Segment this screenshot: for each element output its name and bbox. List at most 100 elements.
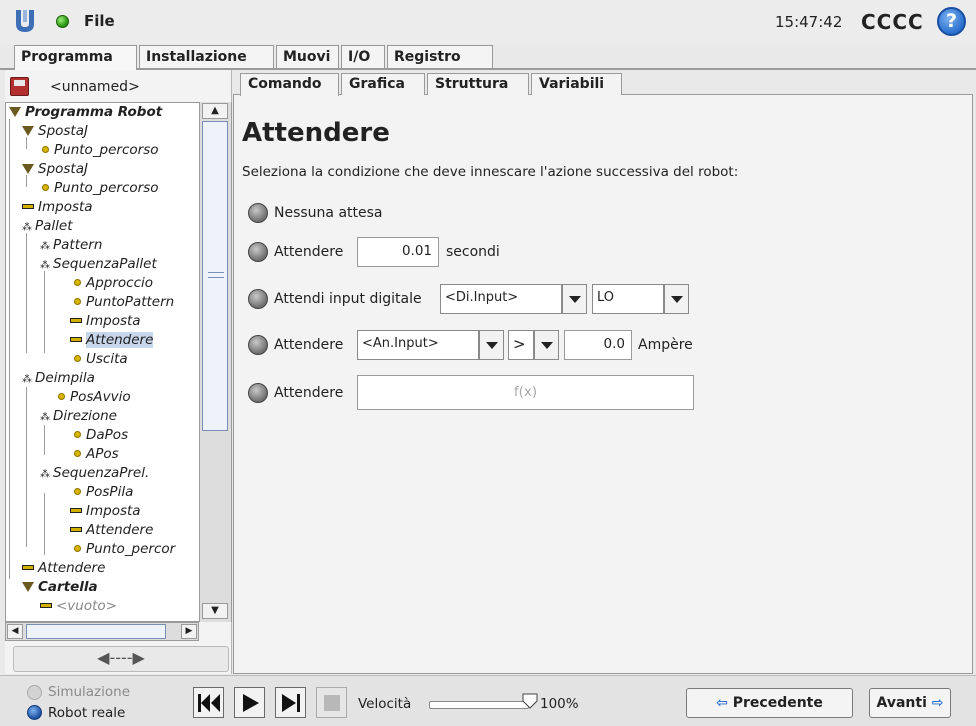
- tree-item[interactable]: Uscita: [74, 350, 128, 368]
- bar-icon: [22, 565, 34, 570]
- radio-digital-input[interactable]: [248, 289, 268, 309]
- tree-item[interactable]: Programma Robot: [9, 103, 162, 121]
- comparator-select[interactable]: >: [508, 330, 534, 360]
- file-menu[interactable]: File: [84, 12, 115, 30]
- tree-item[interactable]: Imposta: [70, 502, 141, 520]
- radio-wait-seconds[interactable]: [248, 242, 268, 262]
- program-name-bar: <unnamed>: [8, 76, 230, 100]
- tree-item[interactable]: ⁂ Deimpila: [22, 369, 95, 387]
- tree-item[interactable]: DaPos: [74, 426, 128, 444]
- tab-struttura[interactable]: Struttura: [427, 73, 529, 95]
- tree-item[interactable]: PosAvvio: [58, 388, 131, 406]
- seconds-unit: secondi: [446, 244, 500, 260]
- radio-expression[interactable]: [248, 383, 268, 403]
- tab-grafica[interactable]: Grafica: [341, 73, 425, 95]
- collapse-pane-button[interactable]: ◀----▶: [13, 646, 229, 672]
- page-title: Attendere: [242, 118, 390, 148]
- tree-item[interactable]: ⁂ Pattern: [40, 236, 102, 254]
- tree-item[interactable]: ⁂ Direzione: [40, 407, 117, 425]
- stop-button[interactable]: [316, 687, 347, 718]
- tree-item[interactable]: Cartella: [22, 578, 98, 596]
- chevron-down-icon[interactable]: [479, 330, 504, 360]
- radio-no-wait[interactable]: [248, 203, 268, 223]
- tree-item[interactable]: Punto_percorso: [42, 141, 159, 159]
- speed-slider[interactable]: [429, 701, 529, 709]
- tab-comando[interactable]: Comando: [240, 73, 339, 96]
- analog-input-label: Attendere: [274, 337, 344, 353]
- save-icon[interactable]: [10, 77, 29, 96]
- scroll-left-icon[interactable]: ◀: [7, 624, 23, 639]
- tree-item[interactable]: Attendere: [22, 559, 105, 577]
- seconds-input[interactable]: 0.01: [357, 237, 439, 267]
- rewind-button[interactable]: [193, 687, 224, 718]
- tree-vertical-scrollbar[interactable]: ▲ ▼: [199, 102, 231, 622]
- tree-item[interactable]: Attendere: [70, 521, 153, 539]
- step-icon: [282, 694, 300, 712]
- tree-item[interactable]: Imposta: [70, 312, 141, 330]
- no-wait-label: Nessuna attesa: [274, 205, 383, 221]
- analog-input-select[interactable]: <An.Input>: [357, 330, 479, 360]
- scroll-thumb[interactable]: [202, 121, 228, 431]
- step-button[interactable]: [275, 687, 306, 718]
- expression-field[interactable]: f(x): [357, 375, 694, 410]
- play-button[interactable]: [234, 687, 265, 718]
- top-bar: File 15:47:42 CCCC ?: [0, 0, 976, 44]
- tree-item[interactable]: ⁂ SequenzaPallet: [40, 255, 157, 273]
- tree-item[interactable]: PosPila: [74, 483, 133, 501]
- triangle-icon: [22, 164, 34, 174]
- pallet-icon: ⁂: [40, 412, 50, 423]
- tree-item[interactable]: PuntoPattern: [74, 293, 174, 311]
- arrow-right-icon: ⇨: [931, 695, 944, 711]
- pallet-icon: ⁂: [22, 222, 32, 233]
- triangle-icon: [9, 107, 21, 117]
- scroll-down-icon[interactable]: ▼: [202, 603, 228, 619]
- tree-item[interactable]: ⁂ SequenzaPrel.: [40, 464, 149, 482]
- tree-horizontal-scrollbar[interactable]: ◀ ▶: [5, 622, 199, 641]
- bar-icon: [70, 527, 82, 532]
- chevron-down-icon[interactable]: [534, 330, 559, 360]
- tab-registro[interactable]: Registro: [387, 45, 493, 69]
- tab-muovi[interactable]: Muovi: [276, 45, 339, 69]
- next-button[interactable]: Avanti ⇨: [869, 688, 951, 718]
- slider-handle-icon[interactable]: [522, 693, 538, 709]
- tab-io[interactable]: I/O: [341, 45, 385, 69]
- help-icon[interactable]: ?: [937, 7, 966, 36]
- tree-item[interactable]: SpostaJ: [22, 160, 88, 178]
- bar-icon: [70, 337, 82, 342]
- scroll-right-icon[interactable]: ▶: [181, 624, 197, 639]
- point-icon: [74, 355, 81, 362]
- bar-icon: [70, 508, 82, 513]
- digital-level-select[interactable]: LO: [592, 284, 664, 314]
- tree-item[interactable]: Approccio: [74, 274, 153, 292]
- point-icon: [58, 393, 65, 400]
- chevron-down-icon[interactable]: [664, 284, 689, 314]
- tree-item[interactable]: Punto_percor: [74, 540, 175, 558]
- rewind-icon: [198, 694, 220, 712]
- tab-variabili[interactable]: Variabili: [531, 73, 622, 95]
- tree-item[interactable]: Imposta: [22, 198, 93, 216]
- tree-item[interactable]: SpostaJ: [22, 122, 88, 140]
- point-icon: [42, 146, 49, 153]
- pallet-icon: ⁂: [40, 260, 50, 271]
- analog-value-input[interactable]: 0.0: [564, 330, 632, 360]
- tab-installazione[interactable]: Installazione: [139, 45, 274, 69]
- bar-icon: [70, 318, 82, 323]
- tab-programma[interactable]: Programma: [14, 45, 137, 70]
- point-icon: [74, 545, 81, 552]
- tree-item[interactable]: Punto_percorso: [42, 179, 159, 197]
- radio-simulation[interactable]: [27, 685, 42, 700]
- digital-input-select[interactable]: <Di.Input>: [440, 284, 562, 314]
- previous-button[interactable]: ⇦ Precedente: [686, 688, 853, 718]
- scroll-thumb-horizontal[interactable]: [26, 624, 166, 639]
- chevron-down-icon[interactable]: [562, 284, 587, 314]
- triangle-icon: [22, 126, 34, 136]
- program-name: <unnamed>: [50, 79, 140, 95]
- tree-item[interactable]: APos: [74, 445, 119, 463]
- radio-analog-input[interactable]: [248, 335, 268, 355]
- program-tree[interactable]: Programma Robot SpostaJ Punto_percorso S…: [5, 102, 232, 622]
- tree-item-selected[interactable]: Attendere: [70, 331, 154, 349]
- tree-item[interactable]: <vuoto>: [40, 597, 117, 615]
- tree-item[interactable]: ⁂ Pallet: [22, 217, 73, 235]
- scroll-up-icon[interactable]: ▲: [202, 103, 228, 119]
- radio-real-robot[interactable]: [27, 705, 42, 720]
